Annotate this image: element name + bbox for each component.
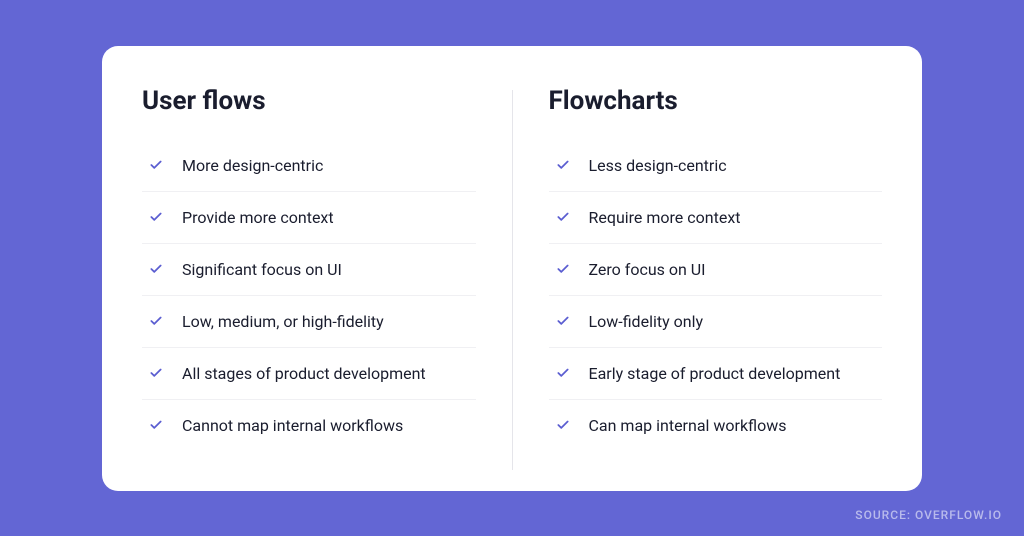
list-item-label: Zero focus on UI — [589, 260, 706, 279]
check-icon — [555, 157, 571, 173]
list-item: Less design-centric — [549, 140, 883, 192]
list-item-label: More design-centric — [182, 156, 323, 175]
check-icon — [148, 261, 164, 277]
user-flows-list: More design-centric Provide more context… — [142, 140, 476, 451]
list-item: Significant focus on UI — [142, 244, 476, 296]
list-item-label: Low, medium, or high-fidelity — [182, 312, 384, 331]
check-icon — [148, 209, 164, 225]
check-icon — [555, 365, 571, 381]
list-item: Zero focus on UI — [549, 244, 883, 296]
flowcharts-title: Flowcharts — [549, 86, 883, 116]
list-item-label: Cannot map internal workflows — [182, 416, 403, 435]
list-item: All stages of product development — [142, 348, 476, 400]
check-icon — [555, 313, 571, 329]
comparison-card: User flows More design-centric Provide m… — [102, 46, 922, 491]
list-item: Can map internal workflows — [549, 400, 883, 451]
column-flowcharts: Flowcharts Less design-centric Require m… — [513, 86, 883, 461]
check-icon — [148, 417, 164, 433]
list-item-label: Less design-centric — [589, 156, 727, 175]
list-item-label: Significant focus on UI — [182, 260, 342, 279]
check-icon — [555, 209, 571, 225]
list-item: More design-centric — [142, 140, 476, 192]
column-user-flows: User flows More design-centric Provide m… — [142, 86, 512, 461]
check-icon — [555, 261, 571, 277]
flowcharts-list: Less design-centric Require more context… — [549, 140, 883, 451]
list-item-label: All stages of product development — [182, 364, 426, 383]
list-item: Require more context — [549, 192, 883, 244]
list-item: Early stage of product development — [549, 348, 883, 400]
list-item: Low, medium, or high-fidelity — [142, 296, 476, 348]
user-flows-title: User flows — [142, 86, 476, 116]
list-item: Provide more context — [142, 192, 476, 244]
list-item: Low-fidelity only — [549, 296, 883, 348]
list-item-label: Require more context — [589, 208, 741, 227]
list-item: Cannot map internal workflows — [142, 400, 476, 451]
list-item-label: Can map internal workflows — [589, 416, 787, 435]
source-attribution: SOURCE: OVERFLOW.IO — [855, 508, 1002, 522]
check-icon — [555, 417, 571, 433]
check-icon — [148, 365, 164, 381]
list-item-label: Provide more context — [182, 208, 334, 227]
check-icon — [148, 313, 164, 329]
list-item-label: Early stage of product development — [589, 364, 841, 383]
list-item-label: Low-fidelity only — [589, 312, 704, 331]
check-icon — [148, 157, 164, 173]
